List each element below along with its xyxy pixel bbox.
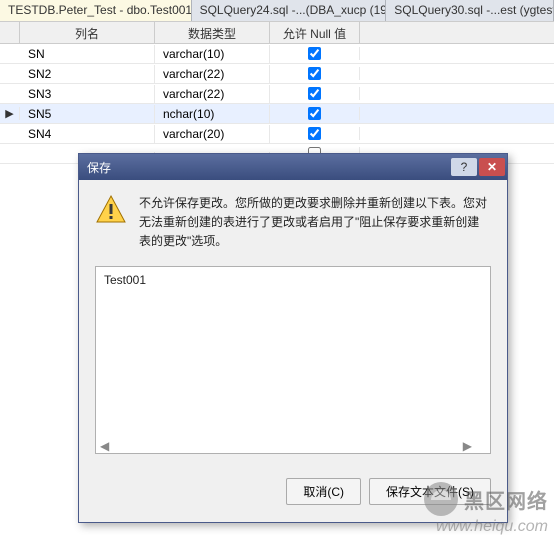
- dialog-titlebar[interactable]: 保存 ? ✕: [79, 154, 507, 180]
- allow-null-checkbox[interactable]: [308, 87, 321, 100]
- allow-null-checkbox[interactable]: [308, 127, 321, 140]
- dialog-footer: 取消(C) 保存文本文件(S): [79, 468, 507, 515]
- column-name-cell[interactable]: SN5: [20, 105, 155, 123]
- column-name-cell[interactable]: SN4: [20, 125, 155, 143]
- allow-null-cell[interactable]: [270, 47, 360, 60]
- tab-testdb[interactable]: TESTDB.Peter_Test - dbo.Test001* ×: [0, 0, 192, 21]
- scroll-indicator: ◀ ▶: [100, 439, 472, 451]
- data-type-cell[interactable]: varchar(10): [155, 45, 270, 63]
- grid-header-null[interactable]: 允许 Null 值: [270, 22, 360, 43]
- save-dialog: 保存 ? ✕ 不允许保存更改。您所做的更改要求删除并重新创建以下表。您对无法重新…: [78, 153, 508, 523]
- dialog-title: 保存: [87, 159, 451, 176]
- chevron-right-icon: ▶: [463, 439, 472, 451]
- grid-header-selector: [0, 22, 20, 43]
- table-row[interactable]: SN2varchar(22): [0, 64, 554, 84]
- allow-null-checkbox[interactable]: [308, 47, 321, 60]
- row-selector[interactable]: ▶: [0, 107, 20, 120]
- allow-null-cell[interactable]: [270, 107, 360, 120]
- allow-null-cell[interactable]: [270, 87, 360, 100]
- tab-label: SQLQuery30.sql -...est (ygtest (2: [394, 3, 554, 17]
- chevron-left-icon: ◀: [100, 439, 109, 451]
- tab-sqlquery24[interactable]: SQLQuery24.sql -...(DBA_xucp (198))*: [192, 0, 387, 21]
- dialog-body: 不允许保存更改。您所做的更改要求删除并重新创建以下表。您对无法重新创建的表进行了…: [79, 180, 507, 468]
- grid-header: 列名 数据类型 允许 Null 值: [0, 22, 554, 44]
- allow-null-checkbox[interactable]: [308, 67, 321, 80]
- allow-null-checkbox[interactable]: [308, 107, 321, 120]
- dialog-message: 不允许保存更改。您所做的更改要求删除并重新创建以下表。您对无法重新创建的表进行了…: [139, 194, 491, 252]
- tab-bar: TESTDB.Peter_Test - dbo.Test001* × SQLQu…: [0, 0, 554, 22]
- table-row[interactable]: ▶SN5nchar(10): [0, 104, 554, 124]
- grid-header-type[interactable]: 数据类型: [155, 22, 270, 43]
- tab-label: SQLQuery24.sql -...(DBA_xucp (198))*: [200, 3, 387, 17]
- data-type-cell[interactable]: varchar(22): [155, 85, 270, 103]
- tab-sqlquery30[interactable]: SQLQuery30.sql -...est (ygtest (2: [386, 0, 554, 21]
- close-icon: ✕: [487, 160, 497, 174]
- tab-label: TESTDB.Peter_Test - dbo.Test001*: [8, 3, 192, 17]
- allow-null-cell[interactable]: [270, 67, 360, 80]
- column-name-cell[interactable]: SN: [20, 45, 155, 63]
- dialog-list[interactable]: Test001 ◀ ▶: [95, 266, 491, 454]
- table-row[interactable]: SN3varchar(22): [0, 84, 554, 104]
- column-name-cell[interactable]: SN3: [20, 85, 155, 103]
- help-button[interactable]: ?: [451, 158, 477, 176]
- save-text-button[interactable]: 保存文本文件(S): [369, 478, 491, 505]
- data-type-cell[interactable]: varchar(20): [155, 125, 270, 143]
- close-button[interactable]: ✕: [479, 158, 505, 176]
- list-item[interactable]: Test001: [104, 273, 482, 287]
- data-type-cell[interactable]: varchar(22): [155, 65, 270, 83]
- table-designer-grid: 列名 数据类型 允许 Null 值 SNvarchar(10)SN2varcha…: [0, 22, 554, 164]
- dialog-message-row: 不允许保存更改。您所做的更改要求删除并重新创建以下表。您对无法重新创建的表进行了…: [95, 194, 491, 252]
- data-type-cell[interactable]: nchar(10): [155, 105, 270, 123]
- grid-header-name[interactable]: 列名: [20, 22, 155, 43]
- table-row[interactable]: SNvarchar(10): [0, 44, 554, 64]
- table-row[interactable]: SN4varchar(20): [0, 124, 554, 144]
- warning-icon: [95, 194, 127, 226]
- allow-null-cell[interactable]: [270, 127, 360, 140]
- column-name-cell[interactable]: SN2: [20, 65, 155, 83]
- cancel-button[interactable]: 取消(C): [286, 478, 361, 505]
